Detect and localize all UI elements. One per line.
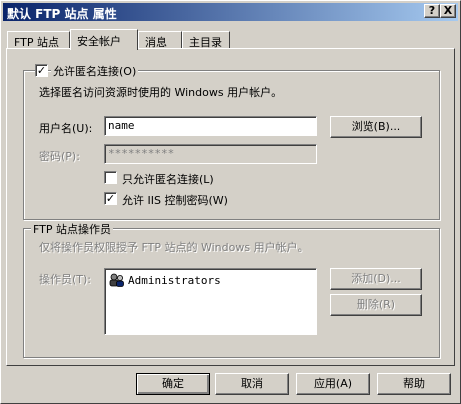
tab-security-accounts[interactable]: 安全帐户 [70, 29, 138, 50]
add-operator-button[interactable]: 添加(D)... [330, 268, 422, 290]
password-label: 密码(P): [39, 150, 80, 163]
ok-button[interactable]: 确定 [136, 373, 210, 395]
help-icon[interactable]: ? [424, 4, 440, 18]
operators-description: 仅将操作员权限授予 FTP 站点的 Windows 用户帐户。 [39, 241, 309, 254]
only-anonymous-checkbox[interactable] [104, 171, 117, 184]
title-bar: 默认 FTP 站点 属性 ? X [3, 3, 458, 21]
operators-listbox[interactable]: Administrators [104, 268, 317, 335]
only-anonymous-label: 只允许匿名连接(L) [122, 173, 214, 186]
iis-password-label: 允许 IIS 控制密码(W) [122, 194, 228, 207]
iis-password-checkbox[interactable]: ✓ [104, 192, 117, 205]
operators-label: 操作员(T): [39, 273, 92, 286]
operator-name: Administrators [128, 274, 221, 287]
password-input[interactable]: ********** [104, 144, 317, 164]
browse-button[interactable]: 浏览(B)... [330, 116, 422, 138]
close-icon[interactable]: X [440, 4, 456, 18]
properties-dialog: 默认 FTP 站点 属性 ? X FTP 站点 安全帐户 消息 主目录 ✓ 允许… [0, 0, 461, 404]
help-button[interactable]: 帮助 [377, 373, 451, 395]
allow-anonymous-checkbox[interactable]: ✓ [35, 64, 48, 77]
username-input[interactable]: name [104, 116, 317, 136]
user-group-icon [109, 273, 125, 287]
apply-button[interactable]: 应用(A) [296, 373, 370, 395]
tab-messages[interactable]: 消息 [138, 31, 182, 49]
tab-home-directory[interactable]: 主目录 [182, 31, 230, 49]
remove-operator-button[interactable]: 删除(R) [330, 294, 422, 316]
window-title: 默认 FTP 站点 属性 [7, 7, 117, 21]
allow-anonymous-label: 允许匿名连接(O) [51, 63, 139, 79]
operators-group-label: FTP 站点操作员 [31, 221, 113, 237]
tab-ftp-site[interactable]: FTP 站点 [7, 31, 70, 49]
username-label: 用户名(U): [39, 122, 93, 135]
cancel-button[interactable]: 取消 [215, 373, 289, 395]
tab-panel: ✓ 允许匿名连接(O) 选择匿名访问资源时使用的 Windows 用户帐户。 用… [6, 48, 455, 366]
list-item[interactable]: Administrators [109, 273, 221, 287]
anonymous-description: 选择匿名访问资源时使用的 Windows 用户帐户。 [39, 86, 283, 99]
